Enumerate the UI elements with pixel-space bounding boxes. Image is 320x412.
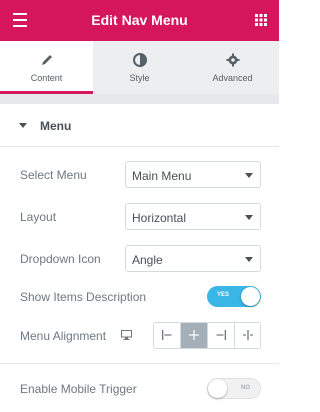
enable-mobile-trigger-toggle[interactable]: NO <box>207 378 261 399</box>
dropdown-icon-select[interactable]: Angle <box>125 245 261 272</box>
contrast-icon <box>132 53 147 67</box>
menu-alignment-label: Menu Alignment <box>20 329 107 343</box>
dropdown-icon-value: Angle <box>132 253 163 267</box>
tab-style[interactable]: Style <box>93 41 186 94</box>
chevron-down-icon <box>245 257 253 262</box>
tab-advanced[interactable]: Advanced <box>186 41 279 94</box>
toggle-state-text: YES <box>217 292 230 298</box>
section-separator <box>0 94 279 104</box>
menu-alignment-button-group <box>153 322 261 349</box>
pencil-icon <box>41 55 52 65</box>
layout-value: Horizontal <box>132 211 187 225</box>
toggle-state-text: NO <box>241 385 250 391</box>
align-left-icon <box>162 330 172 340</box>
layout-dropdown[interactable]: Horizontal <box>125 203 261 230</box>
panel-header: Edit Nav Menu <box>0 0 279 41</box>
justify-icon <box>243 330 253 340</box>
chevron-down-icon <box>245 215 253 220</box>
select-menu-label: Select Menu <box>20 168 87 182</box>
show-items-description-label: Show Items Description <box>20 290 147 304</box>
dropdown-icon-label: Dropdown Icon <box>20 252 101 266</box>
align-right-icon <box>216 330 226 340</box>
divider <box>0 363 279 364</box>
section-title: Menu <box>40 119 72 133</box>
enable-mobile-trigger-label: Enable Mobile Trigger <box>20 382 137 396</box>
tab-content-label: Content <box>30 73 63 83</box>
gear-icon <box>226 53 239 67</box>
toggle-knob <box>241 287 260 306</box>
show-items-description-toggle[interactable]: YES <box>207 286 261 307</box>
align-center-icon <box>189 330 199 340</box>
align-left-button[interactable] <box>154 323 181 348</box>
layout-label: Layout <box>20 210 57 224</box>
caret-down-icon <box>19 123 27 128</box>
justify-button[interactable] <box>235 323 260 348</box>
tab-advanced-label: Advanced <box>212 73 253 83</box>
toggle-knob <box>208 379 227 398</box>
align-right-button[interactable] <box>208 323 235 348</box>
align-center-button[interactable] <box>181 323 208 348</box>
chevron-down-icon <box>245 173 253 178</box>
panel-title: Edit Nav Menu <box>91 12 188 28</box>
panel-tabs: Content Style Advanced <box>0 41 279 94</box>
select-menu-value: Main Menu <box>132 169 192 183</box>
select-menu-dropdown[interactable]: Main Menu <box>125 161 261 188</box>
tab-content[interactable]: Content <box>0 41 93 94</box>
tab-style-label: Style <box>129 73 150 83</box>
widgets-grid-icon[interactable] <box>255 14 267 26</box>
desktop-monitor-icon[interactable] <box>121 330 132 340</box>
section-header-menu[interactable]: Menu <box>0 104 279 147</box>
